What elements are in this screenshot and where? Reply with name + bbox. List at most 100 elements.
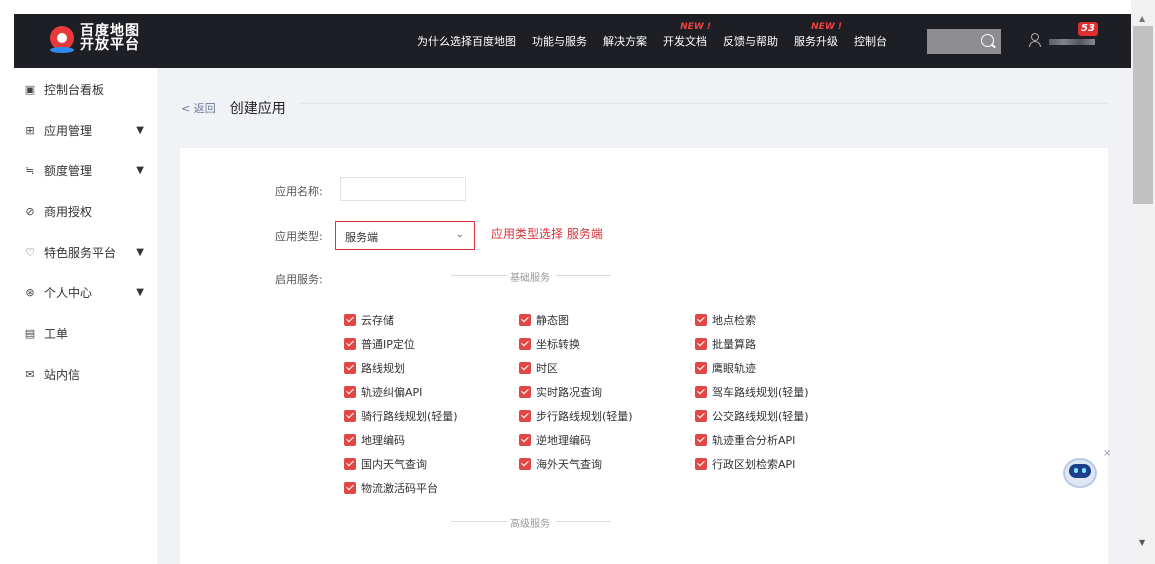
new-badge: NEW ! [680,22,711,32]
service-checkbox-static-map[interactable]: 静态图 [519,312,569,328]
checkbox-checked-icon [519,338,531,350]
nav-item-docs[interactable]: 开发文档 NEW ! [663,22,711,49]
nav-item-feedback[interactable]: 反馈与帮助 [723,33,778,49]
basic-divider-left [451,275,507,276]
checkbox-checked-icon [344,338,356,350]
sidebar-item-quota[interactable]: ≒ 额度管理 ▼ [24,162,144,179]
checkbox-checked-icon [344,386,356,398]
sidebar-item-ticket[interactable]: ▤ 工单 [24,325,144,342]
service-checkbox-cloud-storage[interactable]: 云存储 [344,312,394,328]
service-checkbox-ip-location[interactable]: 普通IP定位 [344,336,415,352]
username-blurred[interactable] [1049,39,1095,45]
scroll-down-arrow-icon[interactable]: ▼ [1139,538,1145,547]
sliders-icon: ≒ [25,163,35,177]
sidebar-item-label: 站内信 [44,368,81,382]
notification-badge[interactable]: 53 [1078,22,1098,36]
document-icon: ▤ [24,326,36,340]
sidebar-item-messages[interactable]: ✉ 站内信 [24,366,144,383]
checkbox-checked-icon [344,410,356,422]
service-checkbox-district-search[interactable]: 行政区划检索API [695,456,795,472]
service-label: 实时路况查询 [536,386,602,399]
back-link[interactable]: < 返回 [181,100,216,116]
logo-text: 百度地图 开放平台 [80,24,140,52]
sidebar-item-dashboard[interactable]: ▣ 控制台看板 [24,81,144,98]
service-checkbox-place-search[interactable]: 地点检索 [695,312,756,328]
nav-item-label: 反馈与帮助 [723,35,778,48]
sidebar-item-commercial-license[interactable]: ⊘ 商用授权 [24,203,144,220]
service-label: 国内天气查询 [361,458,427,471]
service-label: 坐标转换 [536,338,580,351]
search-box[interactable] [927,29,1001,54]
service-checkbox-track-overlap[interactable]: 轨迹重合分析API [695,432,795,448]
mail-icon: ✉ [25,367,35,381]
checkbox-checked-icon [519,458,531,470]
checkbox-checked-icon [519,434,531,446]
scroll-up-arrow-icon[interactable]: ▲ [1139,14,1145,23]
checkbox-checked-icon [519,314,531,326]
service-checkbox-timezone[interactable]: 时区 [519,360,558,376]
check-circle-icon: ⊘ [25,204,35,218]
service-label: 普通IP定位 [361,338,415,351]
title-divider [300,103,1108,104]
sidebar-item-apps[interactable]: ⊞ 应用管理 ▼ [24,122,144,139]
service-checkbox-driving-lite[interactable]: 驾车路线规划(轻量) [695,384,809,400]
checkbox-checked-icon [695,458,707,470]
nav-item-label: 控制台 [854,35,887,48]
service-label: 骑行路线规划(轻量) [361,410,458,423]
app-type-select[interactable]: 服务端 ⌄ [335,221,475,250]
service-checkbox-traffic[interactable]: 实时路况查询 [519,384,602,400]
nav-item-console[interactable]: 控制台 [854,33,887,49]
service-checkbox-track-correction[interactable]: 轨迹纠偏API [344,384,422,400]
sidebar-item-personal-center[interactable]: ⊛ 个人中心 ▼ [24,284,144,301]
service-checkbox-geocoding[interactable]: 地理编码 [344,432,405,448]
nav-item-features[interactable]: 功能与服务 [532,33,587,49]
app-type-value: 服务端 [345,231,378,244]
new-badge: NEW ! [811,22,842,32]
sidebar: ▣ 控制台看板 ⊞ 应用管理 ▼ ≒ 额度管理 ▼ ⊘ 商用授权 ♡ 特色服务平… [0,68,157,564]
service-checkbox-eagle-eye[interactable]: 鹰眼轨迹 [695,360,756,376]
service-label: 公交路线规划(轻量) [712,410,809,423]
service-label: 逆地理编码 [536,434,591,447]
user-circle-icon: ⊛ [25,285,35,299]
service-label: 鹰眼轨迹 [712,362,756,375]
service-checkbox-transit-lite[interactable]: 公交路线规划(轻量) [695,408,809,424]
checkbox-checked-icon [344,482,356,494]
logo[interactable]: 百度地图 开放平台 [50,24,140,53]
chevron-down-icon: ⌄ [455,229,464,240]
service-checkbox-logistics-code[interactable]: 物流激活码平台 [344,480,438,496]
breadcrumb: < 返回 创建应用 [181,98,286,118]
checkbox-checked-icon [519,386,531,398]
sidebar-item-label: 商用授权 [44,205,93,219]
service-checkbox-batch-routing[interactable]: 批量算路 [695,336,756,352]
scrollbar-thumb[interactable] [1133,26,1153,204]
service-checkbox-riding-lite[interactable]: 骑行路线规划(轻量) [344,408,458,424]
service-checkbox-walking-lite[interactable]: 步行路线规划(轻量) [519,408,633,424]
dashboard-icon: ▣ [24,82,36,96]
nav-item-why-baidu[interactable]: 为什么选择百度地图 [417,33,516,49]
app-name-label: 应用名称: [275,185,323,198]
assistant-robot-button[interactable]: × [1059,448,1111,494]
vertical-scrollbar[interactable]: ▲ ▼ [1131,0,1155,564]
app-name-input[interactable] [340,177,466,201]
sidebar-item-label: 控制台看板 [44,83,105,97]
sidebar-item-label: 个人中心 [44,286,93,300]
service-label: 地理编码 [361,434,405,447]
service-label: 行政区划检索API [712,458,796,471]
main-content: < 返回 创建应用 应用名称: 应用类型: 服务端 ⌄ 应用类型选择 服务端 启… [157,68,1131,564]
service-checkbox-reverse-geocoding[interactable]: 逆地理编码 [519,432,591,448]
service-checkbox-domestic-weather[interactable]: 国内天气查询 [344,456,427,472]
service-checkbox-coord-convert[interactable]: 坐标转换 [519,336,580,352]
service-checkbox-overseas-weather[interactable]: 海外天气查询 [519,456,602,472]
checkbox-checked-icon [344,314,356,326]
nav-item-upgrade[interactable]: 服务升级 NEW ! [794,22,842,49]
service-label: 轨迹重合分析API [712,434,796,447]
nav-item-solutions[interactable]: 解决方案 [603,33,647,49]
checkbox-checked-icon [695,338,707,350]
sidebar-item-label: 工单 [44,327,69,341]
close-icon[interactable]: × [1103,448,1111,459]
service-checkbox-route-planning[interactable]: 路线规划 [344,360,405,376]
sidebar-item-featured-services[interactable]: ♡ 特色服务平台 ▼ [24,244,144,261]
shield-icon: ♡ [25,245,35,259]
user-icon[interactable] [1029,33,1041,47]
nav-item-label: 功能与服务 [532,35,587,48]
